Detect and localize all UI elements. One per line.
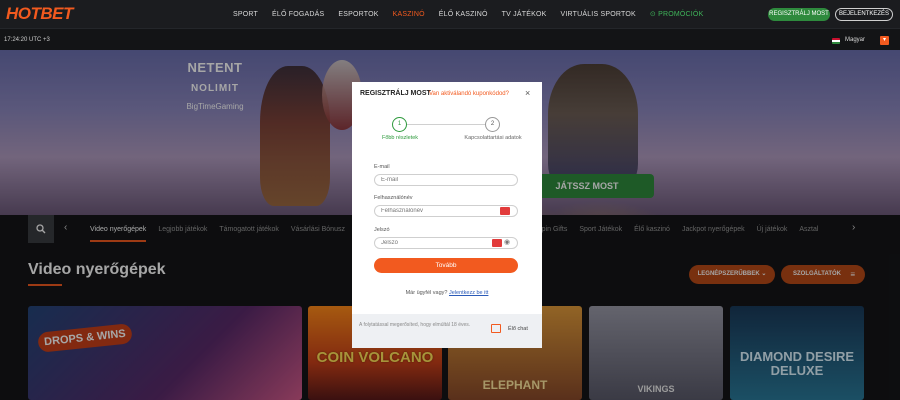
- chevron-down-icon[interactable]: ▾: [880, 36, 889, 45]
- login-here-link[interactable]: Jelentkezz be itt: [449, 290, 488, 296]
- close-icon[interactable]: ×: [525, 88, 530, 98]
- gift-icon: ⊙: [649, 11, 656, 18]
- eye-icon[interactable]: ◉: [504, 238, 510, 246]
- existing-customer-text: Már ügyfél vagy?: [405, 290, 448, 296]
- username-field[interactable]: [374, 205, 518, 217]
- hotbet-logo[interactable]: HOTBET: [6, 4, 73, 24]
- nav-live-betting[interactable]: ÉLŐ FOGADÁS: [265, 11, 331, 18]
- step-indicator-1: 1: [392, 117, 407, 132]
- password-manager-icon[interactable]: [492, 239, 502, 247]
- live-chat-link[interactable]: Élő chat: [508, 326, 528, 332]
- hungary-flag-icon: [832, 38, 840, 44]
- nav-live-casino[interactable]: ÉLŐ KASZINÓ: [432, 11, 495, 18]
- modal-footer: A folytatással megerősíted, hogy elmúltá…: [352, 314, 542, 348]
- nav-casino[interactable]: KASZINÓ: [386, 11, 432, 18]
- step-label-1: Főbb részletek: [381, 135, 419, 141]
- password-label: Jelszó: [374, 227, 390, 233]
- language-label[interactable]: Magyar: [845, 37, 865, 43]
- nav-promotions-label: PROMÓCIÓK: [658, 11, 704, 18]
- age-confirmation-note: A folytatással megerősíted, hogy elmúltá…: [359, 322, 471, 328]
- nav-sport[interactable]: SPORT: [226, 11, 265, 18]
- steps-connector: [399, 124, 493, 125]
- step-indicator-2: 2: [485, 117, 500, 132]
- register-button[interactable]: REGISZTRÁLJ MOST: [768, 8, 830, 21]
- password-manager-icon[interactable]: [500, 207, 510, 215]
- login-button[interactable]: BEJELENTKEZÉS: [835, 8, 893, 21]
- coupon-code-link[interactable]: Van aktiválandó kuponkódod?: [429, 91, 509, 97]
- sub-bar: 17:24:20 UTC +3 Magyar ▾: [0, 28, 900, 50]
- modal-title: REGISZTRÁLJ MOST: [360, 90, 431, 97]
- next-button[interactable]: Tovább: [374, 258, 518, 273]
- email-label: E-mail: [374, 164, 390, 170]
- main-nav: SPORT ÉLŐ FOGADÁS ESPORTOK KASZINÓ ÉLŐ K…: [226, 0, 710, 28]
- username-label: Felhasználónév: [374, 195, 413, 201]
- chat-icon[interactable]: [491, 324, 501, 333]
- nav-esports[interactable]: ESPORTOK: [331, 11, 385, 18]
- registration-modal: REGISZTRÁLJ MOST Van aktiválandó kuponkó…: [352, 82, 542, 348]
- login-prompt: Már ügyfél vagy? Jelentkezz be itt: [352, 290, 542, 296]
- clock: 17:24:20 UTC +3: [4, 37, 50, 43]
- nav-virtual-sports[interactable]: VIRTUÁLIS SPORTOK: [553, 11, 642, 18]
- nav-promotions[interactable]: ⊙ PROMÓCIÓK: [643, 10, 711, 18]
- nav-tv-games[interactable]: TV JÁTÉKOK: [495, 11, 554, 18]
- step-label-2: Kapcsolattartási adatok: [464, 135, 522, 141]
- email-field[interactable]: [374, 174, 518, 186]
- page: HOTBET SPORT ÉLŐ FOGADÁS ESPORTOK KASZIN…: [0, 0, 900, 400]
- top-navbar: HOTBET SPORT ÉLŐ FOGADÁS ESPORTOK KASZIN…: [0, 0, 900, 28]
